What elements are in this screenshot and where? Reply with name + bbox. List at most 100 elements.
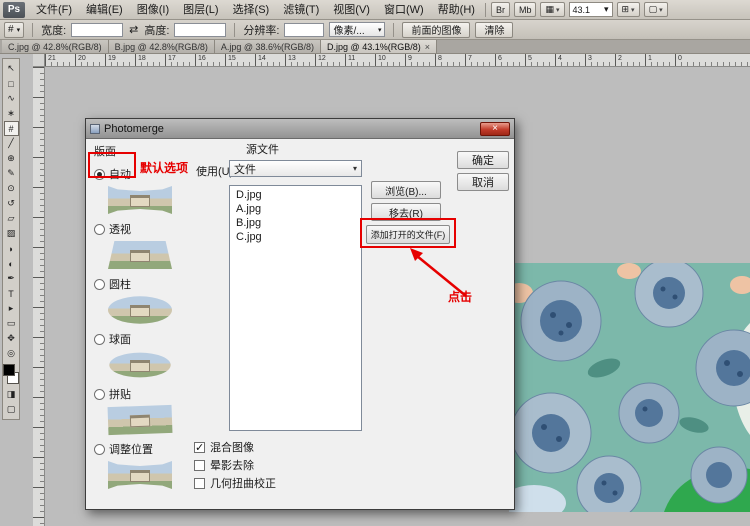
layout-thumbnail-perspective [108,241,172,269]
crop-tool[interactable]: # [4,121,19,136]
photomerge-dialog: Photomerge × 版面 自动 透视 圆柱 球面 [85,118,515,510]
file-list-item[interactable]: B.jpg [230,216,361,230]
layout-option-cylindrical[interactable]: 圆柱 [94,276,186,292]
layout-option-spherical[interactable]: 球面 [94,331,186,347]
dialog-titlebar[interactable]: Photomerge × [86,119,514,139]
eyedropper-tool[interactable]: ╱ [4,136,19,151]
screen-mode-toggle[interactable]: ▢ [4,402,19,417]
ruler-number: 8 [435,54,465,67]
swap-dimensions-icon[interactable]: ⇄ [128,23,139,36]
move-tool[interactable]: ↖ [4,61,19,76]
height-input[interactable] [174,23,226,37]
clone-stamp-tool[interactable]: ⊙ [4,181,19,196]
resolution-input[interactable] [284,23,324,37]
tool-preset[interactable]: # ▾ [4,22,24,38]
path-selection-tool[interactable]: ▸ [4,301,19,316]
zoom-tool[interactable]: ◎ [4,346,19,361]
checkbox-blend-images[interactable]: 混合图像 [194,439,254,455]
screen-mode-button[interactable]: ▢ ▾ [644,2,668,17]
file-list-item[interactable]: A.jpg [230,202,361,216]
layout-thumbnail-auto [108,186,172,214]
brush-tool[interactable]: ✎ [4,166,19,181]
browse-button[interactable]: 浏览(B)... [371,181,441,199]
file-list-item[interactable]: D.jpg [230,188,361,202]
checkbox-geometric-distortion[interactable]: 几何扭曲校正 [194,475,276,491]
document-tab-d-active[interactable]: D.jpg @ 43.1%(RGB/8) × [321,40,437,53]
menu-view[interactable]: 视图(V) [326,0,377,20]
gradient-tool[interactable]: ▨ [4,226,19,241]
layout-thumbnail-collage [108,405,173,435]
annotation-click-text: 点击 [448,288,472,305]
hand-tool[interactable]: ✥ [4,331,19,346]
radio-icon [94,389,105,400]
lasso-tool[interactable]: ∿ [4,91,19,106]
layout-option-label: 调整位置 [109,441,153,457]
document-tab-b[interactable]: B.jpg @ 42.8%(RGB/8) [109,40,215,53]
layout-option-reposition[interactable]: 调整位置 [94,441,186,457]
menu-image[interactable]: 图像(I) [130,0,176,20]
menu-window[interactable]: 窗口(W) [377,0,431,20]
width-input[interactable] [71,23,123,37]
dialog-close-button[interactable]: × [480,122,510,136]
layout-option-label: 透视 [109,221,131,237]
arrange-icon: ⊞ [622,4,630,15]
layout-option-collage[interactable]: 拼贴 [94,386,186,402]
options-bar: # ▾ 宽度: ⇄ 高度: 分辨率: 像素/... ▾ 前面的图像 清除 [0,20,750,40]
arrange-documents-button[interactable]: ⊞ ▾ [617,2,640,17]
blur-tool[interactable]: ◗ [4,241,19,256]
clear-button[interactable]: 清除 [475,22,513,38]
menu-help[interactable]: 帮助(H) [431,0,482,20]
dodge-tool[interactable]: ◐ [4,256,19,271]
document-tab-a[interactable]: A.jpg @ 38.6%(RGB/8) [215,40,321,53]
minibridge-button[interactable]: Mb [514,2,537,17]
menu-file[interactable]: 文件(F) [29,0,79,20]
chevron-down-icon: ▾ [631,6,635,14]
eraser-tool[interactable]: ▱ [4,211,19,226]
tab-label: A.jpg @ 38.6%(RGB/8) [221,42,314,52]
building-graphic [130,415,150,428]
bridge-button[interactable]: Br [491,2,510,17]
source-files-label: 源文件 [246,141,279,157]
zoom-level[interactable]: 43.1 ▾ [569,2,613,17]
marquee-tool[interactable]: □ [4,76,19,91]
ruler-vertical [33,67,45,526]
building-graphic [130,195,150,207]
front-image-button[interactable]: 前面的图像 [402,22,470,38]
width-label: 宽度: [41,22,66,38]
checkbox-icon [194,478,205,489]
view-extras-button[interactable]: ▦ ▾ [540,2,564,17]
layout-option-label: 球面 [109,331,131,347]
quick-mask-button[interactable]: ◨ [4,387,19,402]
file-list-item[interactable]: C.jpg [230,230,361,244]
checkbox-vignette-removal[interactable]: 晕影去除 [194,457,254,473]
height-label: 高度: [144,22,169,38]
ruler-number: 15 [225,54,255,67]
layout-option-label: 拼贴 [109,386,131,402]
ruler-number: 9 [405,54,435,67]
color-swatches[interactable] [3,364,19,386]
document-tab-c[interactable]: C.jpg @ 42.8%(RGB/8) [2,40,109,53]
unit-select[interactable]: 像素/... ▾ [329,22,385,37]
foreground-color-swatch[interactable] [3,364,15,376]
pen-tool[interactable]: ✒ [4,271,19,286]
healing-brush-tool[interactable]: ⊕ [4,151,19,166]
type-tool[interactable]: T [4,286,19,301]
close-tab-icon[interactable]: × [425,42,430,52]
file-list[interactable]: D.jpg A.jpg B.jpg C.jpg [229,185,362,431]
menu-layer[interactable]: 图层(L) [176,0,225,20]
ruler-number: 13 [285,54,315,67]
ruler-number: 16 [195,54,225,67]
shape-tool[interactable]: ▭ [4,316,19,331]
ok-button[interactable]: 确定 [457,151,509,169]
cancel-button[interactable]: 取消 [457,173,509,191]
layout-option-perspective[interactable]: 透视 [94,221,186,237]
building-graphic [130,470,150,482]
quick-selection-tool[interactable]: ∗ [4,106,19,121]
ruler-number: 1 [645,54,675,67]
use-select[interactable]: 文件 ▾ [229,160,362,177]
document-image[interactable] [509,263,750,512]
history-brush-tool[interactable]: ↺ [4,196,19,211]
menu-select[interactable]: 选择(S) [226,0,277,20]
menu-edit[interactable]: 编辑(E) [79,0,130,20]
menu-filter[interactable]: 滤镜(T) [276,0,326,20]
